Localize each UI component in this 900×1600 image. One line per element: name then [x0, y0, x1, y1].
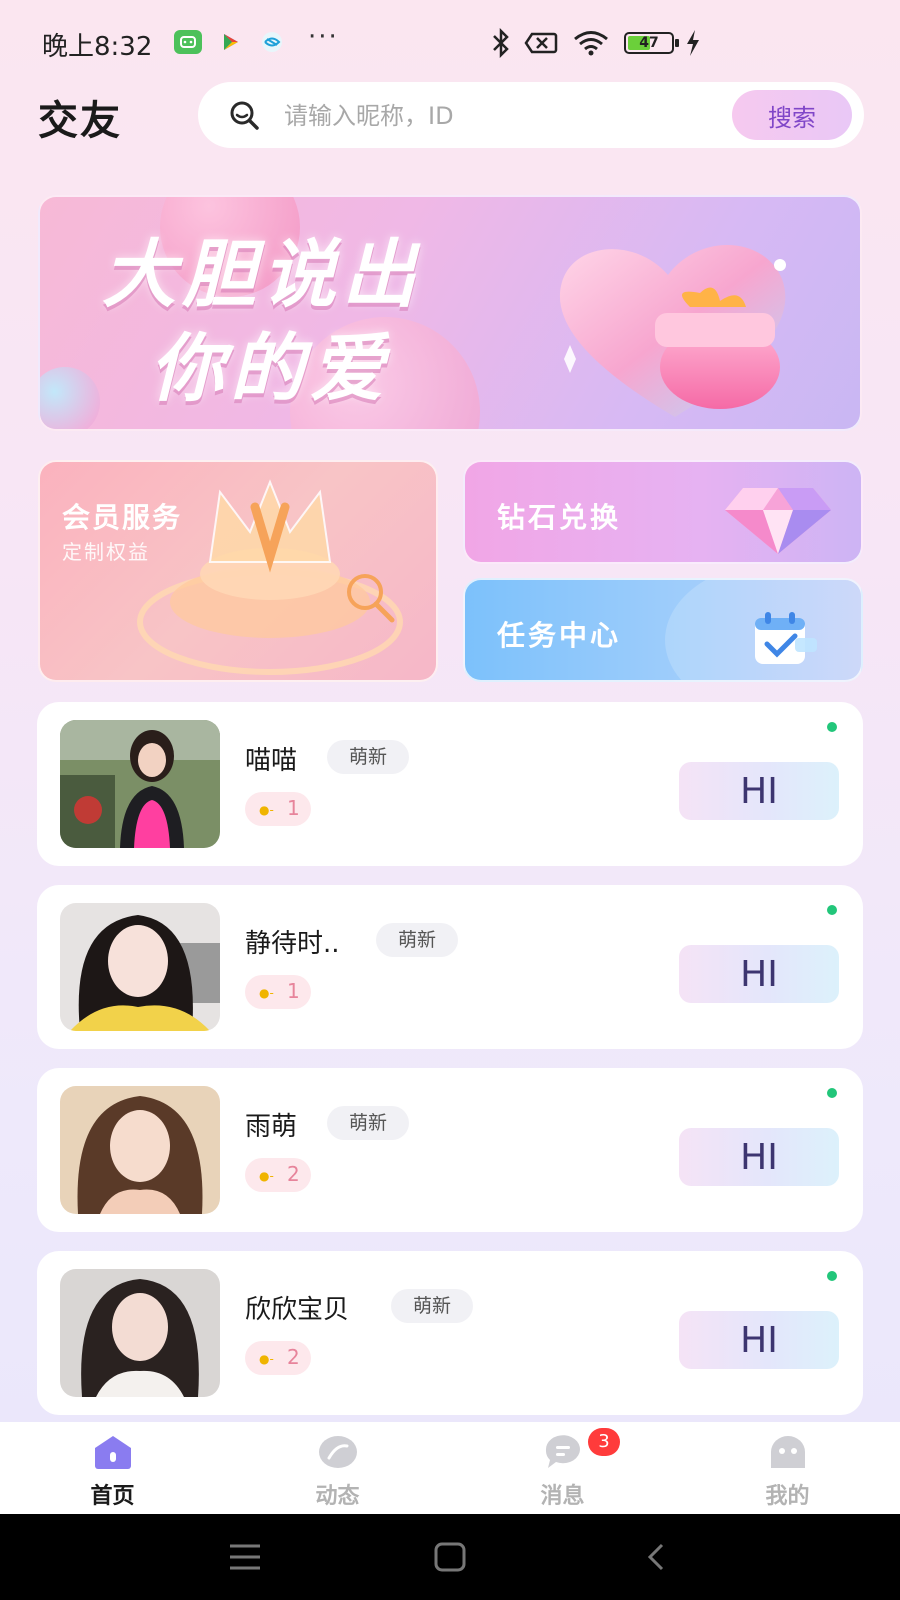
user-name: 雨萌 [245, 1112, 298, 1142]
message-icon [542, 1434, 584, 1470]
home-square-icon[interactable] [434, 1542, 466, 1576]
user-name: 喵喵 [245, 746, 298, 776]
online-status-dot [827, 1271, 837, 1281]
tab-label: 消息 [540, 1484, 585, 1509]
user-card[interactable]: 静待时.. 萌新 ●- 1 HI [37, 885, 863, 1049]
task-card-title: 任务中心 [497, 619, 622, 652]
level-badge: ●- 2 [245, 1341, 311, 1375]
say-hi-button[interactable]: HI [679, 1128, 839, 1186]
key-icon: ●- [259, 1352, 274, 1366]
system-navigation-bar [0, 1514, 900, 1600]
user-name: 静待时.. [245, 929, 340, 959]
banner-headline-1: 大胆说出 [102, 232, 422, 318]
bottom-tab-bar: 首页 动态 消息 我的 [0, 1422, 900, 1514]
feed-icon [317, 1434, 359, 1470]
calendar-check-icon [755, 612, 817, 664]
tab-label: 首页 [90, 1484, 135, 1509]
newbie-tag: 萌新 [376, 923, 459, 957]
say-hi-button[interactable]: HI [679, 762, 839, 820]
level-number: 2 [287, 1345, 300, 1369]
search-button[interactable]: 搜索 [732, 90, 852, 140]
level-badge: ●- 1 [245, 792, 311, 826]
vip-card-subtitle: 定制权益 [62, 540, 150, 564]
battery-level: 47 [639, 35, 659, 51]
key-icon: ●- [259, 803, 274, 817]
newbie-tag: 萌新 [391, 1289, 474, 1323]
menu-icon[interactable] [228, 1542, 262, 1576]
say-hi-button[interactable]: HI [679, 945, 839, 1003]
wifi-icon [572, 30, 610, 60]
unread-message-badge: 3 [588, 1428, 620, 1456]
user-avatar[interactable] [60, 903, 220, 1031]
tab-label: 我的 [765, 1484, 810, 1509]
search-bar: 搜索 [198, 82, 864, 148]
key-icon: ●- [259, 1169, 274, 1183]
charging-icon [686, 30, 700, 60]
user-name: 欣欣宝贝 [245, 1295, 350, 1325]
tab-home[interactable]: 首页 [0, 1422, 225, 1514]
user-card[interactable]: 欣欣宝贝 萌新 ●- 2 HI [37, 1251, 863, 1415]
vip-card-title: 会员服务 [62, 501, 183, 534]
user-avatar[interactable] [60, 1269, 220, 1397]
diamond-card-title: 钻石兑换 [497, 501, 622, 534]
online-status-dot [827, 905, 837, 915]
task-center-card[interactable]: 任务中心 [463, 578, 863, 682]
crown-icon [137, 479, 403, 675]
online-status-dot [827, 722, 837, 732]
tab-feed[interactable]: 动态 [225, 1422, 450, 1514]
level-number: 1 [287, 979, 300, 1003]
diamond-icon [725, 488, 831, 554]
home-icon [92, 1434, 134, 1470]
battery-indicator: 47 [624, 32, 679, 54]
say-hi-button[interactable]: HI [679, 1311, 839, 1369]
user-card[interactable]: 喵喵 萌新 ●- 1 HI [37, 702, 863, 866]
bluetooth-icon [490, 27, 512, 62]
status-time: 晚上8:32 [42, 32, 153, 62]
play-store-icon [216, 30, 244, 54]
level-number: 1 [287, 796, 300, 820]
banner-headline-2: 你的爱 [150, 326, 390, 412]
search-icon [228, 99, 260, 131]
tab-profile[interactable]: 我的 [675, 1422, 900, 1514]
wechat-app-icon [174, 30, 202, 54]
tab-label: 动态 [315, 1484, 360, 1509]
promo-banner[interactable]: 大胆说出 你的爱 [38, 195, 862, 431]
status-bar: 晚上8:32 ··· 47 [0, 0, 900, 86]
back-icon[interactable] [646, 1542, 666, 1576]
user-avatar[interactable] [60, 720, 220, 848]
level-badge: ●- 1 [245, 975, 311, 1009]
online-status-dot [827, 1088, 837, 1098]
level-number: 2 [287, 1162, 300, 1186]
search-input[interactable] [282, 96, 706, 136]
user-card[interactable]: 雨萌 萌新 ●- 2 HI [37, 1068, 863, 1232]
diamond-exchange-card[interactable]: 钻石兑换 [463, 460, 863, 564]
page-title: 交友 [38, 98, 122, 144]
key-icon: ●- [259, 986, 274, 1000]
level-badge: ●- 2 [245, 1158, 311, 1192]
user-avatar[interactable] [60, 1086, 220, 1214]
no-sim-icon [524, 32, 558, 58]
tab-messages[interactable]: 消息 [450, 1422, 675, 1514]
profile-icon [767, 1434, 809, 1470]
more-notifications-icon: ··· [308, 22, 339, 52]
newbie-tag: 萌新 [327, 740, 410, 774]
heart-gift-icon [559, 245, 786, 417]
newbie-tag: 萌新 [327, 1106, 410, 1140]
china-mobile-icon [258, 30, 286, 54]
vip-service-card[interactable]: 会员服务 定制权益 [38, 460, 438, 682]
